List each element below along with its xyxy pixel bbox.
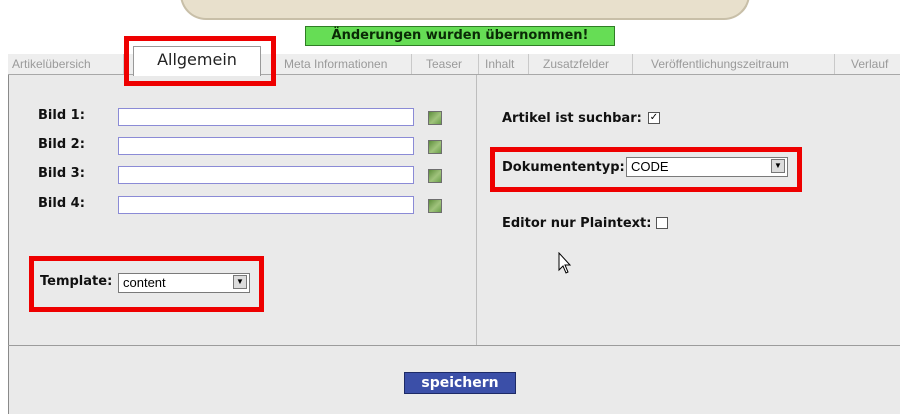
tab-verlauf[interactable]: Verlauf xyxy=(835,54,900,74)
bild-3-label: Bild 3: xyxy=(38,166,85,181)
save-button[interactable]: speichern xyxy=(404,372,516,394)
image-picker-icon[interactable] xyxy=(428,199,442,213)
searchable-label: Artikel ist suchbar: xyxy=(502,111,642,126)
bild-3-input[interactable] xyxy=(118,166,414,184)
tab-meta-informationen[interactable]: Meta Informationen xyxy=(270,54,412,74)
highlight-template xyxy=(29,256,264,312)
bild-2-label: Bild 2: xyxy=(38,137,85,152)
footer-divider xyxy=(8,345,900,346)
success-notice: Änderungen wurden übernommen! xyxy=(305,26,615,46)
tab-zusatzfelder[interactable]: Zusatzfelder xyxy=(529,54,633,74)
column-divider xyxy=(476,75,477,345)
bild-4-label: Bild 4: xyxy=(38,196,85,211)
image-picker-icon[interactable] xyxy=(428,140,442,154)
top-decoration xyxy=(180,0,750,20)
tab-artikeluebersicht[interactable]: Artikelübersich xyxy=(8,54,124,74)
mouse-cursor-icon xyxy=(558,252,572,274)
highlight-tab-allgemein xyxy=(124,36,276,86)
highlight-doctype xyxy=(490,147,802,192)
image-picker-icon[interactable] xyxy=(428,111,442,125)
plaintext-checkbox[interactable] xyxy=(656,217,668,229)
image-picker-icon[interactable] xyxy=(428,169,442,183)
bild-1-input[interactable] xyxy=(118,108,414,126)
tab-teaser[interactable]: Teaser xyxy=(412,54,479,74)
bild-4-input[interactable] xyxy=(118,196,414,214)
bild-2-input[interactable] xyxy=(118,137,414,155)
plaintext-label: Editor nur Plaintext: xyxy=(502,216,652,231)
searchable-checkbox[interactable]: ✓ xyxy=(648,112,660,124)
bild-1-label: Bild 1: xyxy=(38,108,85,123)
tab-veroeffentlichungszeitraum[interactable]: Veröffentlichungszeitraum xyxy=(633,54,835,74)
tab-inhalt[interactable]: Inhalt xyxy=(479,54,529,74)
